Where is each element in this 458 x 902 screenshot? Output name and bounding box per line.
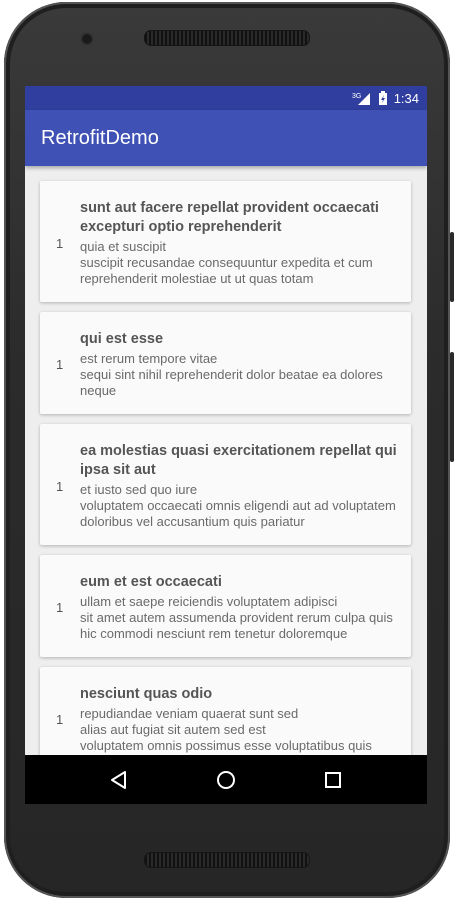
app-bar: RetrofitDemo: [25, 110, 427, 166]
post-user-id: 1: [56, 235, 64, 251]
status-bar: 3G 1:34: [25, 86, 427, 110]
navigation-bar: [25, 755, 427, 804]
post-title: sunt aut facere repellat provident occae…: [80, 200, 379, 235]
post-title: eum et est occaecati: [80, 574, 222, 590]
app-title: RetrofitDemo: [41, 126, 159, 149]
post-list[interactable]: 1 sunt aut facere repellat provident occ…: [25, 166, 427, 755]
front-camera: [82, 34, 92, 44]
post-card[interactable]: 1 ea molestias quasi exercitationem repe…: [40, 424, 411, 545]
volume-button: [450, 232, 454, 302]
post-title: nesciunt quas odio: [80, 686, 213, 702]
post-user-id: 1: [56, 712, 64, 727]
post-body: repudiandae veniam quaerat sunt sed alia…: [80, 706, 372, 753]
post-card[interactable]: 1 eum et est occaecati ullam et saepe re…: [40, 555, 411, 657]
back-button[interactable]: [104, 765, 134, 795]
bottom-speaker: [144, 852, 310, 868]
post-body: et iusto sed quo iure voluptatem occaeca…: [80, 482, 396, 529]
post-title: qui est esse: [80, 331, 164, 347]
post-user-id: 1: [56, 478, 64, 494]
post-card[interactable]: 1 qui est esse est rerum tempore vitae s…: [40, 312, 411, 414]
screen: 3G 1:34 RetrofitDemo 1 sunt aut facere r…: [25, 86, 427, 804]
post-user-id: 1: [56, 600, 64, 615]
home-button[interactable]: [211, 765, 241, 795]
signal-icon: 3G: [352, 91, 372, 105]
post-body: est rerum tempore vitae sequi sint nihil…: [80, 351, 383, 398]
back-triangle-icon: [110, 770, 126, 789]
recents-button[interactable]: [318, 765, 348, 795]
post-card[interactable]: 1 nesciunt quas odio repudiandae veniam …: [40, 667, 411, 755]
post-user-id: 1: [56, 357, 64, 372]
post-title: ea molestias quasi exercitationem repell…: [80, 443, 397, 478]
status-time: 1:34: [393, 90, 419, 106]
battery-icon: [378, 91, 388, 105]
post-card[interactable]: 1 sunt aut facere repellat provident occ…: [40, 181, 411, 302]
post-body: quia et suscipit suscipit recusandae con…: [80, 239, 373, 286]
power-button: [450, 352, 454, 462]
top-speaker: [144, 30, 310, 46]
post-body: ullam et saepe reiciendis voluptatem adi…: [80, 594, 393, 641]
home-circle-icon: [216, 770, 235, 789]
recents-square-icon: [325, 771, 342, 788]
network-type: 3G: [352, 93, 361, 100]
